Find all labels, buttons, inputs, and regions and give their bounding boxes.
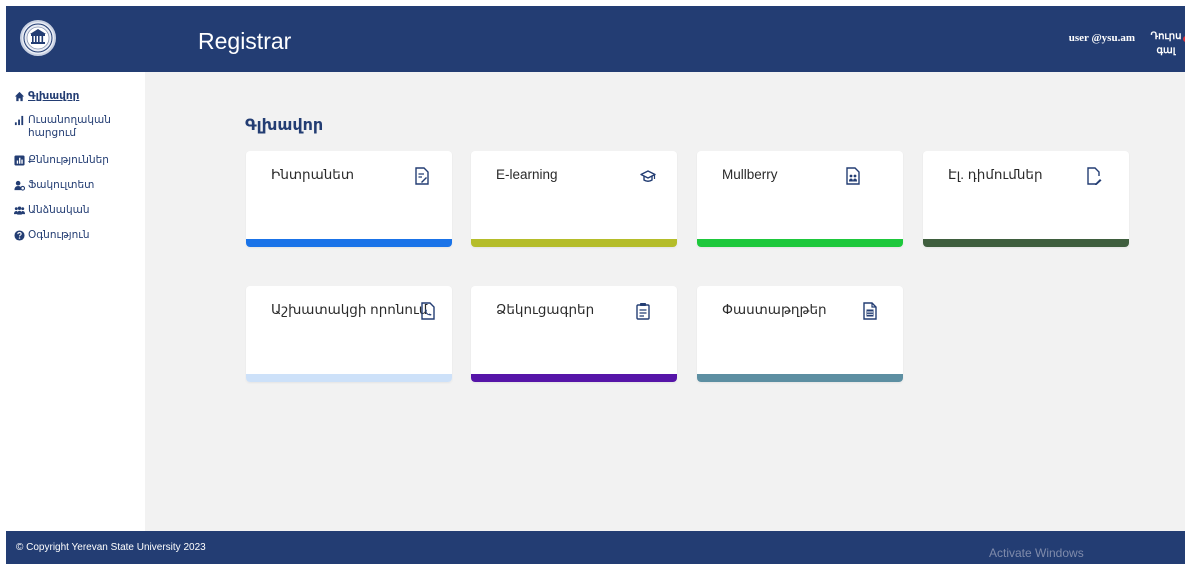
card-e-applications[interactable]: Էլ. դիմումներ xyxy=(923,151,1129,247)
sidebar-item-student-survey[interactable]: Ուսանողական հարցում xyxy=(14,114,139,140)
home-icon xyxy=(14,91,25,102)
help-circle-icon xyxy=(14,230,25,241)
copyright-text: © Copyright Yerevan State University 202… xyxy=(16,542,206,553)
university-building-icon xyxy=(23,23,53,53)
file-pen-icon xyxy=(1087,167,1102,185)
sidebar-item-label: Գլխավոր xyxy=(28,90,80,102)
card-color-bar xyxy=(697,374,903,382)
card-color-bar xyxy=(471,239,677,247)
card-reports[interactable]: Ձեկուցագրեր xyxy=(471,286,677,382)
sidebar-item-help[interactable]: Օգնություն xyxy=(14,229,139,242)
graduation-cap-icon xyxy=(640,170,656,182)
card-label: Աշխատակցի որոնում xyxy=(271,302,428,317)
page-title: Գլխավոր xyxy=(245,117,324,134)
app-frame: Registrar user @ysu.am Դուրս գալ Գլխավոր… xyxy=(0,0,1185,564)
card-color-bar xyxy=(471,374,677,382)
sidebar-item-label: Ուսանողական հարցում xyxy=(28,114,111,139)
document-edit-icon xyxy=(415,167,429,185)
app-title: Registrar xyxy=(198,28,292,54)
sidebar-item-home[interactable]: Գլխավոր xyxy=(14,90,139,103)
card-label: Ձեկուցագրեր xyxy=(496,302,595,317)
card-color-bar xyxy=(923,239,1129,247)
main-content: Գլխավոր Ինտրանետ E-learning Mullberry Էլ… xyxy=(145,72,1185,531)
card-mullberry[interactable]: Mullberry xyxy=(697,151,903,247)
card-label: E-learning xyxy=(496,167,558,182)
card-e-learning[interactable]: E-learning xyxy=(471,151,677,247)
card-employee-search[interactable]: Աշխատակցի որոնում xyxy=(246,286,452,382)
card-color-bar xyxy=(246,374,452,382)
chart-box-icon xyxy=(14,155,25,166)
file-lines-icon xyxy=(863,302,877,320)
people-icon xyxy=(14,206,25,215)
card-label: Էլ. դիմումներ xyxy=(948,167,1043,182)
sidebar-item-faculty[interactable]: Ֆակուլտետ xyxy=(14,179,139,192)
sidebar-item-label: Օգնություն xyxy=(28,229,90,241)
activate-windows-watermark: Activate Windows xyxy=(989,546,1084,560)
university-logo[interactable] xyxy=(20,20,56,56)
sidebar-item-label: Քննություններ xyxy=(28,154,109,166)
bar-chart-icon xyxy=(14,115,24,126)
card-label: Ինտրանետ xyxy=(271,167,354,182)
card-documents[interactable]: Փաստաթղթեր xyxy=(697,286,903,382)
card-label: Փաստաթղթեր xyxy=(722,302,827,317)
card-color-bar xyxy=(246,239,452,247)
top-header: Registrar user @ysu.am Դուրս գալ xyxy=(6,6,1185,72)
card-color-bar xyxy=(697,239,903,247)
users-cog-icon xyxy=(14,180,25,191)
document-people-icon xyxy=(846,167,860,185)
logout-button[interactable]: Դուրս գալ xyxy=(1147,30,1185,58)
card-label: Mullberry xyxy=(722,167,778,182)
sidebar-item-exams[interactable]: Քննություններ xyxy=(14,154,139,167)
document-phone-icon xyxy=(421,302,435,320)
sidebar-item-label: Ֆակուլտետ xyxy=(28,179,95,191)
clipboard-icon xyxy=(636,303,650,320)
sidebar: Գլխավոր Ուսանողական հարցում Քննություննե… xyxy=(6,72,145,531)
user-email: user @ysu.am xyxy=(1068,32,1135,44)
footer: © Copyright Yerevan State University 202… xyxy=(6,531,1185,564)
sidebar-item-personal[interactable]: Անձնական xyxy=(14,204,139,217)
card-intranet[interactable]: Ինտրանետ xyxy=(246,151,452,247)
sidebar-item-label: Անձնական xyxy=(28,204,90,216)
